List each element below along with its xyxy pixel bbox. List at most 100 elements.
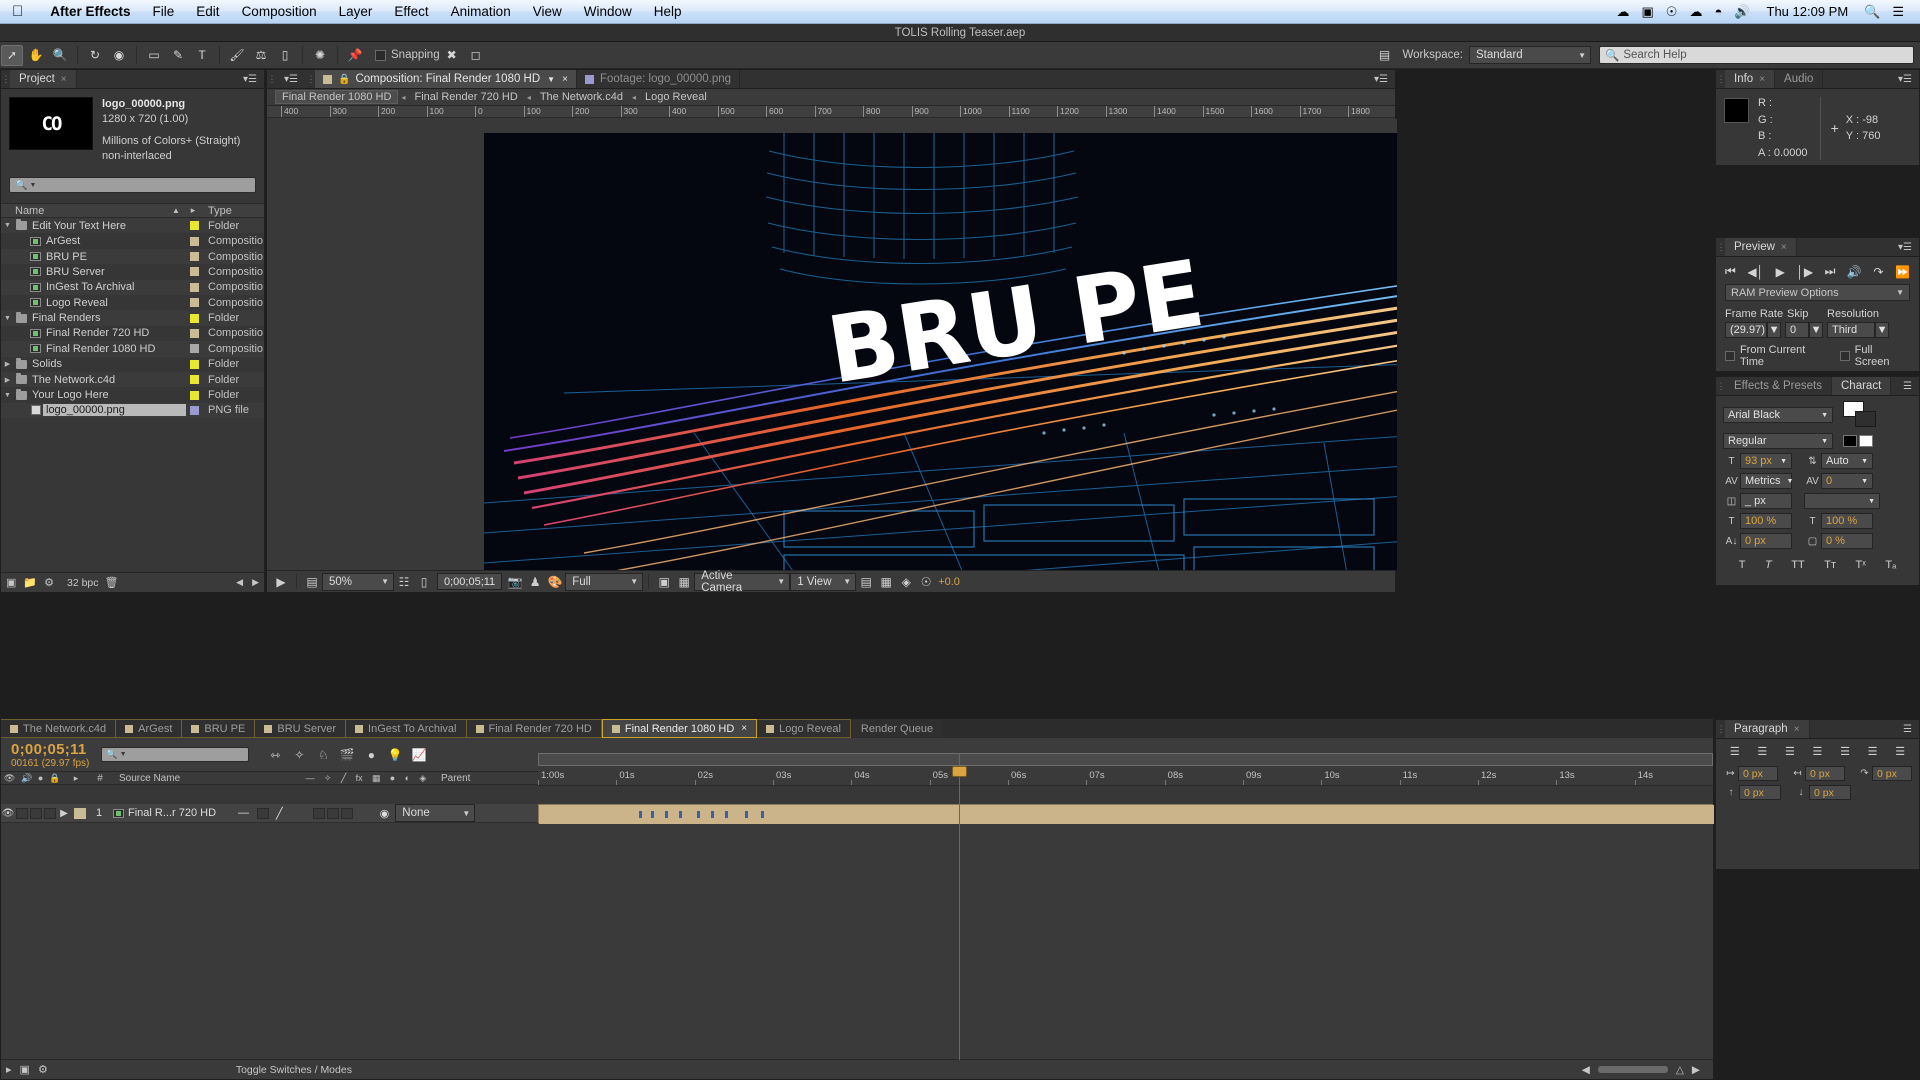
viewer-menu-icon[interactable]: ▾☰ [1367,70,1395,88]
close-icon[interactable]: × [741,723,747,734]
tab-audio[interactable]: Audio [1775,70,1824,88]
chevron-down-icon[interactable]: ▼ [547,75,555,84]
apple-logo-icon[interactable]:  [12,4,23,19]
label-color-swatch[interactable] [186,236,202,246]
indent-right-field[interactable]: 0 px [1805,766,1845,781]
magnification-dropdown[interactable]: 50% ▼ [322,572,394,591]
ram-preview-icon[interactable]: ⏩ [1895,265,1910,279]
faux-italic-icon[interactable]: T [1765,559,1772,571]
zoom-out-icon[interactable]: △ [1676,1064,1684,1076]
3d-layer-icon[interactable]: ◈ [419,773,426,784]
superscript-icon[interactable]: Tˣ [1856,559,1866,571]
small-caps-icon[interactable]: Tᴛ [1824,559,1836,571]
panel-menu-icon[interactable]: ☰ [1896,720,1919,738]
display-icon[interactable]: ▣ [1642,4,1654,20]
close-icon[interactable]: × [1794,724,1800,735]
transparency-grid-icon[interactable]: ▦ [674,575,694,589]
from-current-time-checkbox[interactable] [1725,351,1735,361]
play-viewer-icon[interactable]: ▶ [271,575,291,589]
label-color-swatch[interactable] [186,328,202,338]
motion-blur-icon[interactable]: ● [359,748,383,762]
list-item[interactable]: InGest To Archival Compositio [1,279,264,296]
timeline-ruler[interactable]: 1:00s 01s 02s 03s 04s 05s 06s 07s 08s 09s 10s 11s 12… [538,766,1713,786]
composition-stage[interactable]: BRU PE [267,119,1397,570]
audio-speaker-icon[interactable]: 🔊 [21,773,32,784]
bluetooth-icon[interactable]: ☁ [1689,4,1702,20]
layer-label-swatch[interactable] [74,807,86,819]
shy-switch-icon[interactable]: — [238,807,249,819]
close-icon[interactable]: × [1781,242,1787,253]
tab-composition[interactable]: BRU Server [255,719,347,738]
list-item[interactable]: Final Render 1080 HD Compositio [1,341,264,357]
resolution-dropdown[interactable]: Full ▼ [565,572,644,591]
project-item-list[interactable]: ▼ Edit Your Text Here Folder ArGest Composit… [1,218,264,454]
prev-frame-icon[interactable]: ◀│ [1747,265,1764,279]
effects-switch[interactable] [312,807,325,819]
camera-view-dropdown[interactable]: Active Camera ▼ [694,570,791,594]
project-search-input[interactable]: 🔍 ▼ [9,177,256,194]
table-row[interactable]: 👁 ▶ 1 Final R...r 720 HD — ╱ ◉ None ▼ [1,804,538,823]
effects-icon[interactable]: fx [356,773,363,784]
scroll-right-icon[interactable]: ▶ [1692,1064,1700,1076]
menu-item-effect[interactable]: Effect [383,4,439,19]
zoom-tool-icon[interactable]: 🔍 [49,45,71,66]
label-color-swatch[interactable] [186,267,202,277]
layer-name[interactable]: Final R...r 720 HD [124,807,216,819]
video-eye-icon[interactable]: 👁 [4,773,15,784]
first-frame-icon[interactable]: ⏮ [1725,264,1736,279]
breadcrumb-item[interactable]: Final Render 720 HD [408,91,523,103]
work-area-bar[interactable] [538,753,1713,766]
tab-composition[interactable]: Render Queue [850,719,944,738]
baseline-shift-field[interactable]: 0 px [1740,533,1792,549]
panel-grip-icon[interactable]: ⋮ [267,70,277,88]
parent-dropdown[interactable]: None ▼ [395,804,476,822]
stroke-color-swatch[interactable] [1855,411,1876,427]
region-interest-toggle-icon[interactable]: ▣ [654,575,674,589]
twirl-icon[interactable]: ▼ [1,315,14,322]
tab-info[interactable]: Info × [1725,70,1776,88]
font-family-dropdown[interactable]: Arial Black ▼ [1723,407,1833,423]
full-screen-checkbox[interactable] [1839,351,1850,361]
menu-item-composition[interactable]: Composition [231,4,328,19]
type-tool-icon[interactable]: T [191,45,213,66]
new-folder-icon[interactable]: 📁 [23,576,37,589]
lock-icon[interactable]: 🔒 [49,773,60,784]
stroke-type-dropdown[interactable]: ▼ [1804,493,1880,509]
tab-composition[interactable]: BRU PE [182,719,256,738]
video-toggle-icon[interactable]: 👁 [1,808,15,819]
quality-icon[interactable]: ╱ [341,773,346,784]
list-item[interactable]: logo_00000.png PNG file [1,402,264,419]
item-label[interactable]: InGest To Archival [43,281,186,293]
audio-icon[interactable]: 🔊 [1847,265,1862,279]
fill-black-swatch[interactable] [1843,435,1857,447]
column-name[interactable]: Name [1,205,168,217]
motion-blur-switch-icon[interactable]: ● [390,773,395,784]
tab-composition[interactable]: InGest To Archival [346,719,467,738]
justify-last-right-icon[interactable]: ☰ [1868,745,1878,758]
audio-toggle[interactable] [16,807,28,819]
view-layout-dropdown[interactable]: 1 View ▼ [790,572,857,591]
twirl-icon[interactable]: ▶ [1,376,14,384]
tab-composition-final-render-1080[interactable]: 🔒 Composition: Final Render 1080 HD ▼ × [314,70,577,88]
collapse-switch[interactable] [257,807,270,819]
tab-footage-logo[interactable]: Footage: logo_00000.png [577,70,741,88]
timemachine-icon[interactable]: ☉ [1666,4,1678,20]
parent-pickwhip-icon[interactable]: ◉ [380,807,390,820]
menu-item-animation[interactable]: Animation [440,4,522,19]
next-frame-icon[interactable]: │▶ [1796,265,1813,279]
new-comp-icon[interactable]: ▣ [6,576,16,589]
collapse-transformations-icon[interactable]: ✧ [324,773,332,784]
composition-canvas[interactable]: BRU PE [484,133,1397,570]
resolution-dropdown-icon[interactable]: ▼ [1875,322,1889,338]
snapshot-camera-icon[interactable]: 📷 [505,575,525,589]
indent-first-field[interactable]: 0 px [1872,766,1912,781]
motion-blur-switch[interactable] [340,807,353,819]
region-of-interest-icon[interactable]: ▯ [414,575,434,589]
breadcrumb-item[interactable]: Final Render 1080 HD [275,90,399,104]
menu-item-help[interactable]: Help [643,4,693,19]
close-icon[interactable]: × [562,74,568,85]
clone-stamp-tool-icon[interactable]: ⚖ [250,45,272,66]
close-icon[interactable]: × [61,74,67,85]
project-settings-icon[interactable]: ⚙ [44,576,54,589]
frame-blending-icon[interactable]: 🎬 [335,748,359,762]
